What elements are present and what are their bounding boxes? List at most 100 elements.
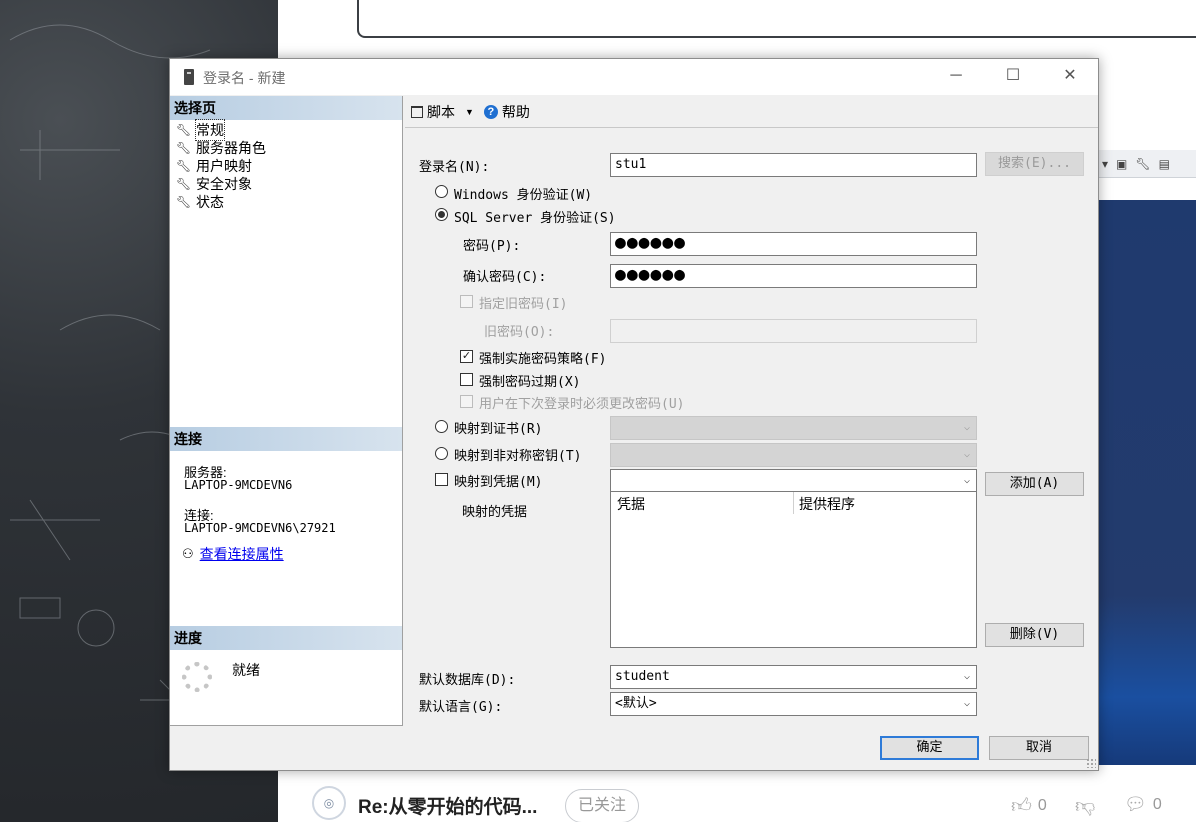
comment-count: 0 [1152,795,1162,813]
like-stat[interactable]: 👍︎ 0 [1011,794,1047,818]
map-certificate-radio[interactable] [435,420,448,433]
confirm-password-input[interactable]: ●●●●●● [610,264,977,288]
map-credential-label[interactable]: 映射到凭据(M) [454,471,542,490]
wrench-icon: 🔧︎ [176,195,192,209]
help-icon: ? [483,104,498,119]
comment-icon: 💬︎ [1124,794,1147,814]
connection-value: LAPTOP-9MCDEVN6\27921 [184,521,336,535]
map-certificate-label[interactable]: 映射到证书(R) [454,418,542,437]
comment-stat[interactable]: 💬︎ 0 [1124,794,1162,815]
minimize-button[interactable]: ─ [927,59,985,95]
background-app-toolbar: ▾ ▣ 🔧︎ ▤ [1098,150,1196,178]
credential-select[interactable]: ⌵ [610,469,977,493]
old-password-input[interactable] [610,319,977,343]
connection-properties-icon: ⚇ [182,546,194,561]
windows-auth-radio[interactable] [435,185,448,198]
confirm-password-label: 确认密码(C): [463,270,547,285]
wrench-icon: 🔧︎ [1135,156,1151,171]
page-item-securables[interactable]: 🔧︎ 安全对象 [176,175,252,193]
page-item-server-roles[interactable]: 🔧︎ 服务器角色 [176,139,266,157]
map-asymmetric-key-radio[interactable] [435,447,448,460]
page-item-general[interactable]: 🔧︎ 常规 [176,119,225,141]
enforce-policy-checkbox[interactable]: ✓ [460,350,473,363]
resize-grip-icon[interactable] [1086,758,1096,768]
script-icon [411,105,423,118]
default-database-value: student [615,669,670,684]
follow-button[interactable]: 已关注 [565,789,640,822]
default-database-select[interactable]: student ⌵ [610,665,977,689]
mapped-credentials-label: 映射的凭据 [462,505,528,520]
provider-column-header[interactable]: 提供程序 [799,494,855,514]
maximize-button[interactable]: ☐ [984,59,1042,95]
chevron-down-icon: ⌵ [963,475,970,486]
dislike-stat[interactable]: 👎︎ [1075,794,1095,818]
chevron-down-icon: ⌵ [963,698,970,709]
asymmetric-key-select[interactable]: ⌵ [610,443,977,467]
enforce-policy-label[interactable]: 强制实施密码策略(F) [479,348,606,367]
login-name-label: 登录名(N): [419,160,490,175]
page-item-label: 常规 [195,119,225,141]
author-avatar[interactable]: ◎ [312,786,346,820]
default-language-select[interactable]: <默认> ⌵ [610,692,977,716]
default-database-label: 默认数据库(D): [419,673,516,688]
must-change-label: 用户在下次登录时必须更改密码(U) [479,397,685,412]
password-label: 密码(P): [463,239,521,254]
windows-auth-label[interactable]: Windows 身份验证(W) [454,184,592,203]
map-credential-checkbox[interactable] [435,473,448,486]
background-app-desktop [1098,200,1196,765]
chevron-down-icon: ⌵ [963,671,970,682]
close-button[interactable]: ✕ [1041,59,1099,95]
certificate-select[interactable]: ⌵ [610,416,977,440]
page-item-label: 安全对象 [196,176,252,192]
progress-header: 进度 [170,626,402,650]
help-button[interactable]: ? 帮助 [483,102,530,122]
background-card [357,0,1196,38]
page-item-status[interactable]: 🔧︎ 状态 [176,193,224,211]
enforce-expiration-label[interactable]: 强制密码过期(X) [479,371,580,390]
page-item-label: 服务器角色 [196,140,266,156]
thumbs-up-icon: 👍︎ [1011,795,1032,817]
login-name-input[interactable]: stu1 [610,153,977,177]
ok-button[interactable]: 确定 [880,736,979,760]
credential-column-header[interactable]: 凭据 [617,494,645,514]
window-title: 登录名 - 新建 [203,70,286,86]
remove-button[interactable]: 删除(V) [985,623,1084,647]
background-footer: ◎ Re:从零开始的代码... 已关注 👍︎ 0 👎︎ 💬︎ 0 [278,772,1196,822]
default-language-label: 默认语言(G): [419,700,503,715]
chevron-down-icon: ⌵ [963,449,970,460]
sql-auth-radio[interactable] [435,208,448,221]
default-language-value: <默认> [615,696,657,711]
specify-old-password-checkbox[interactable] [460,295,473,308]
window-icon: ▣ [1116,156,1128,171]
chevron-down-icon: ⌵ [963,422,970,433]
enforce-expiration-checkbox[interactable] [460,373,473,386]
script-dropdown-arrow-icon[interactable]: ▼ [465,107,474,117]
must-change-checkbox[interactable] [460,395,473,408]
server-icon [184,69,194,85]
view-connection-properties-link[interactable]: ⚇ 查看连接属性 [182,544,284,564]
login-new-dialog: 登录名 - 新建 ─ ☐ ✕ 选择页 🔧︎ 常规 🔧︎ 服务器角色 🔧︎ 用户映… [169,58,1099,771]
script-button[interactable]: 脚本 [411,102,455,122]
view-connection-properties-text[interactable]: 查看连接属性 [200,544,284,564]
add-button[interactable]: 添加(A) [985,472,1084,496]
page-item-user-mapping[interactable]: 🔧︎ 用户映射 [176,157,252,175]
cancel-button[interactable]: 取消 [989,736,1089,760]
column-divider[interactable] [793,492,794,514]
mapped-credentials-grid[interactable]: 凭据 提供程序 [610,491,977,648]
progress-status: 就绪 [232,662,260,678]
map-asymmetric-key-label[interactable]: 映射到非对称密钥(T) [454,445,581,464]
password-input[interactable]: ●●●●●● [610,232,977,256]
wrench-icon: 🔧︎ [176,177,192,191]
progress-spinner-icon [182,662,212,692]
wrench-icon: 🔧︎ [176,159,192,173]
sql-auth-label[interactable]: SQL Server 身份验证(S) [454,207,616,226]
search-button[interactable]: 搜索(E)... [985,152,1084,176]
title-bar[interactable]: 登录名 - 新建 ─ ☐ ✕ [170,59,1098,95]
select-page-header: 选择页 [170,96,402,120]
connection-header: 连接 [170,427,402,451]
dropdown-icon: ▾ [1102,156,1109,171]
article-title[interactable]: Re:从零开始的代码... [358,792,537,819]
wrench-icon: 🔧︎ [176,123,192,137]
left-pane: 选择页 🔧︎ 常规 🔧︎ 服务器角色 🔧︎ 用户映射 🔧︎ 安全对象 🔧︎ 状态… [170,96,403,726]
wrench-icon: 🔧︎ [176,141,192,155]
